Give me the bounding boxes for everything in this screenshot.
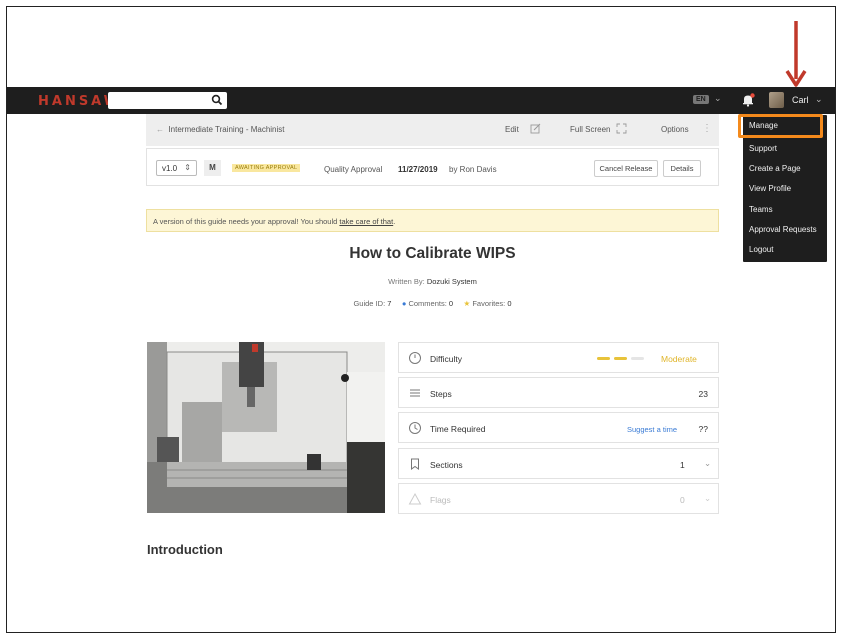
time-panel: Time Required Suggest a time ?? [398,412,719,443]
flags-panel[interactable]: Flags 0 ⌄ [398,483,719,514]
comment-icon: ● [401,299,407,308]
version-bar: v1.0 ⇕ M AWAITING APPROVAL Quality Appro… [146,148,719,186]
clock-icon [409,422,421,434]
steps-label: Steps [430,389,452,399]
difficulty-meter [597,357,657,360]
page-title: How to Calibrate WIPS [349,245,516,262]
status-badge: AWAITING APPROVAL [232,164,301,172]
chevron-down-icon[interactable]: ⌄ [714,93,722,104]
warning-icon [408,492,422,505]
select-arrows-icon: ⇕ [184,163,191,172]
guide-breadcrumb-bar: ← Intermediate Training - Machinist Edit… [146,114,719,146]
written-by: Written By: Dozuki System [7,277,835,286]
menu-item-create-page[interactable]: Create a Page [749,164,801,173]
breadcrumb[interactable]: ← Intermediate Training - Machinist [156,125,285,134]
difficulty-bar-segment [614,357,627,360]
chevron-double-down-icon[interactable]: ⌄ [704,493,711,504]
top-navigation-bar: HANSAW EN ⌄ Carl ⌄ [7,87,835,114]
suggest-time-link[interactable]: Suggest a time [627,425,677,434]
introduction-heading: Introduction [147,542,223,557]
options-label: Options [661,125,689,134]
menu-item-teams[interactable]: Teams [749,205,773,214]
notice-text: A version of this guide needs your appro… [153,217,340,226]
highlight-box [738,114,823,138]
edit-button[interactable]: Edit [505,125,519,134]
approval-notice: A version of this guide needs your appro… [146,209,719,232]
menu-item-approval-requests[interactable]: Approval Requests [749,225,817,234]
take-care-link[interactable]: take care of that [339,217,393,226]
options-button[interactable]: Options [661,125,689,134]
difficulty-label: Difficulty [430,354,462,364]
steps-count: 23 [698,389,708,399]
notification-bell-icon[interactable] [741,93,755,107]
menu-item-logout[interactable]: Logout [749,245,773,254]
bookmark-icon [411,458,419,470]
screenshot-frame: HANSAW EN ⌄ Carl ⌄ ← Intermediate Traini… [6,6,836,633]
arrow-left-icon: ← [156,125,164,134]
guide-meta: Guide ID: 7 ● Comments: 0 ★ Favorites: 0 [7,299,835,308]
search-icon[interactable] [211,94,223,106]
version-value: v1.0 [162,164,178,173]
user-menu-name[interactable]: Carl [792,95,809,105]
gauge-icon [409,352,421,364]
star-icon: ★ [463,299,471,308]
difficulty-bar-segment [631,357,644,360]
menu-item-support[interactable]: Support [749,144,777,153]
menu-item-view-profile[interactable]: View Profile [749,184,791,193]
sections-count: 1 [680,460,685,470]
sections-panel[interactable]: Sections 1 ⌄ [398,448,719,479]
time-value: ?? [698,424,708,434]
favorites-label[interactable]: Favorites: [472,299,505,308]
kebab-menu-icon[interactable]: ⋮ [702,123,712,134]
list-icon [410,389,420,397]
time-required-label: Time Required [430,424,486,434]
fullscreen-button[interactable]: Full Screen [570,125,610,134]
difficulty-bar-segment [597,357,610,360]
chevron-double-down-icon[interactable]: ⌄ [704,458,711,469]
search-input[interactable] [108,92,227,109]
annotation-arrow-icon [785,21,807,87]
fullscreen-label: Full Screen [570,125,611,134]
fullscreen-icon[interactable] [616,123,627,134]
flags-label: Flags [430,495,451,505]
edit-label: Edit [505,125,519,134]
edit-icon[interactable] [530,123,541,134]
sections-label: Sections [430,460,463,470]
guide-main-image[interactable] [147,342,385,513]
version-select[interactable]: v1.0 ⇕ [156,160,197,176]
guide-id: 7 [387,299,392,308]
difficulty-panel: Difficulty Moderate [398,342,719,373]
written-by-label: Written By: [388,277,425,286]
breadcrumb-label: Intermediate Training - Machinist [168,125,285,134]
guide-id-label: Guide ID: [353,299,386,308]
details-button[interactable]: Details [663,160,701,177]
avatar[interactable] [769,92,784,108]
approval-date: 11/27/2019 [398,165,438,174]
chevron-down-icon[interactable]: ⌄ [815,94,823,105]
difficulty-value: Moderate [661,354,697,364]
approval-type: Quality Approval [324,165,383,174]
comments-label[interactable]: Comments: [408,299,446,308]
flags-count: 0 [680,495,685,505]
steps-panel[interactable]: Steps 23 [398,377,719,408]
cancel-release-button[interactable]: Cancel Release [594,160,658,177]
language-selector[interactable]: EN [693,95,709,104]
author-link[interactable]: Dozuki System [427,277,477,286]
favorites-count: 0 [507,299,512,308]
comments-count: 0 [448,299,454,308]
approval-author: by Ron Davis [449,165,497,174]
machine-illustration [147,342,385,513]
mode-badge[interactable]: M [204,160,221,176]
notice-suffix: . [393,217,396,226]
